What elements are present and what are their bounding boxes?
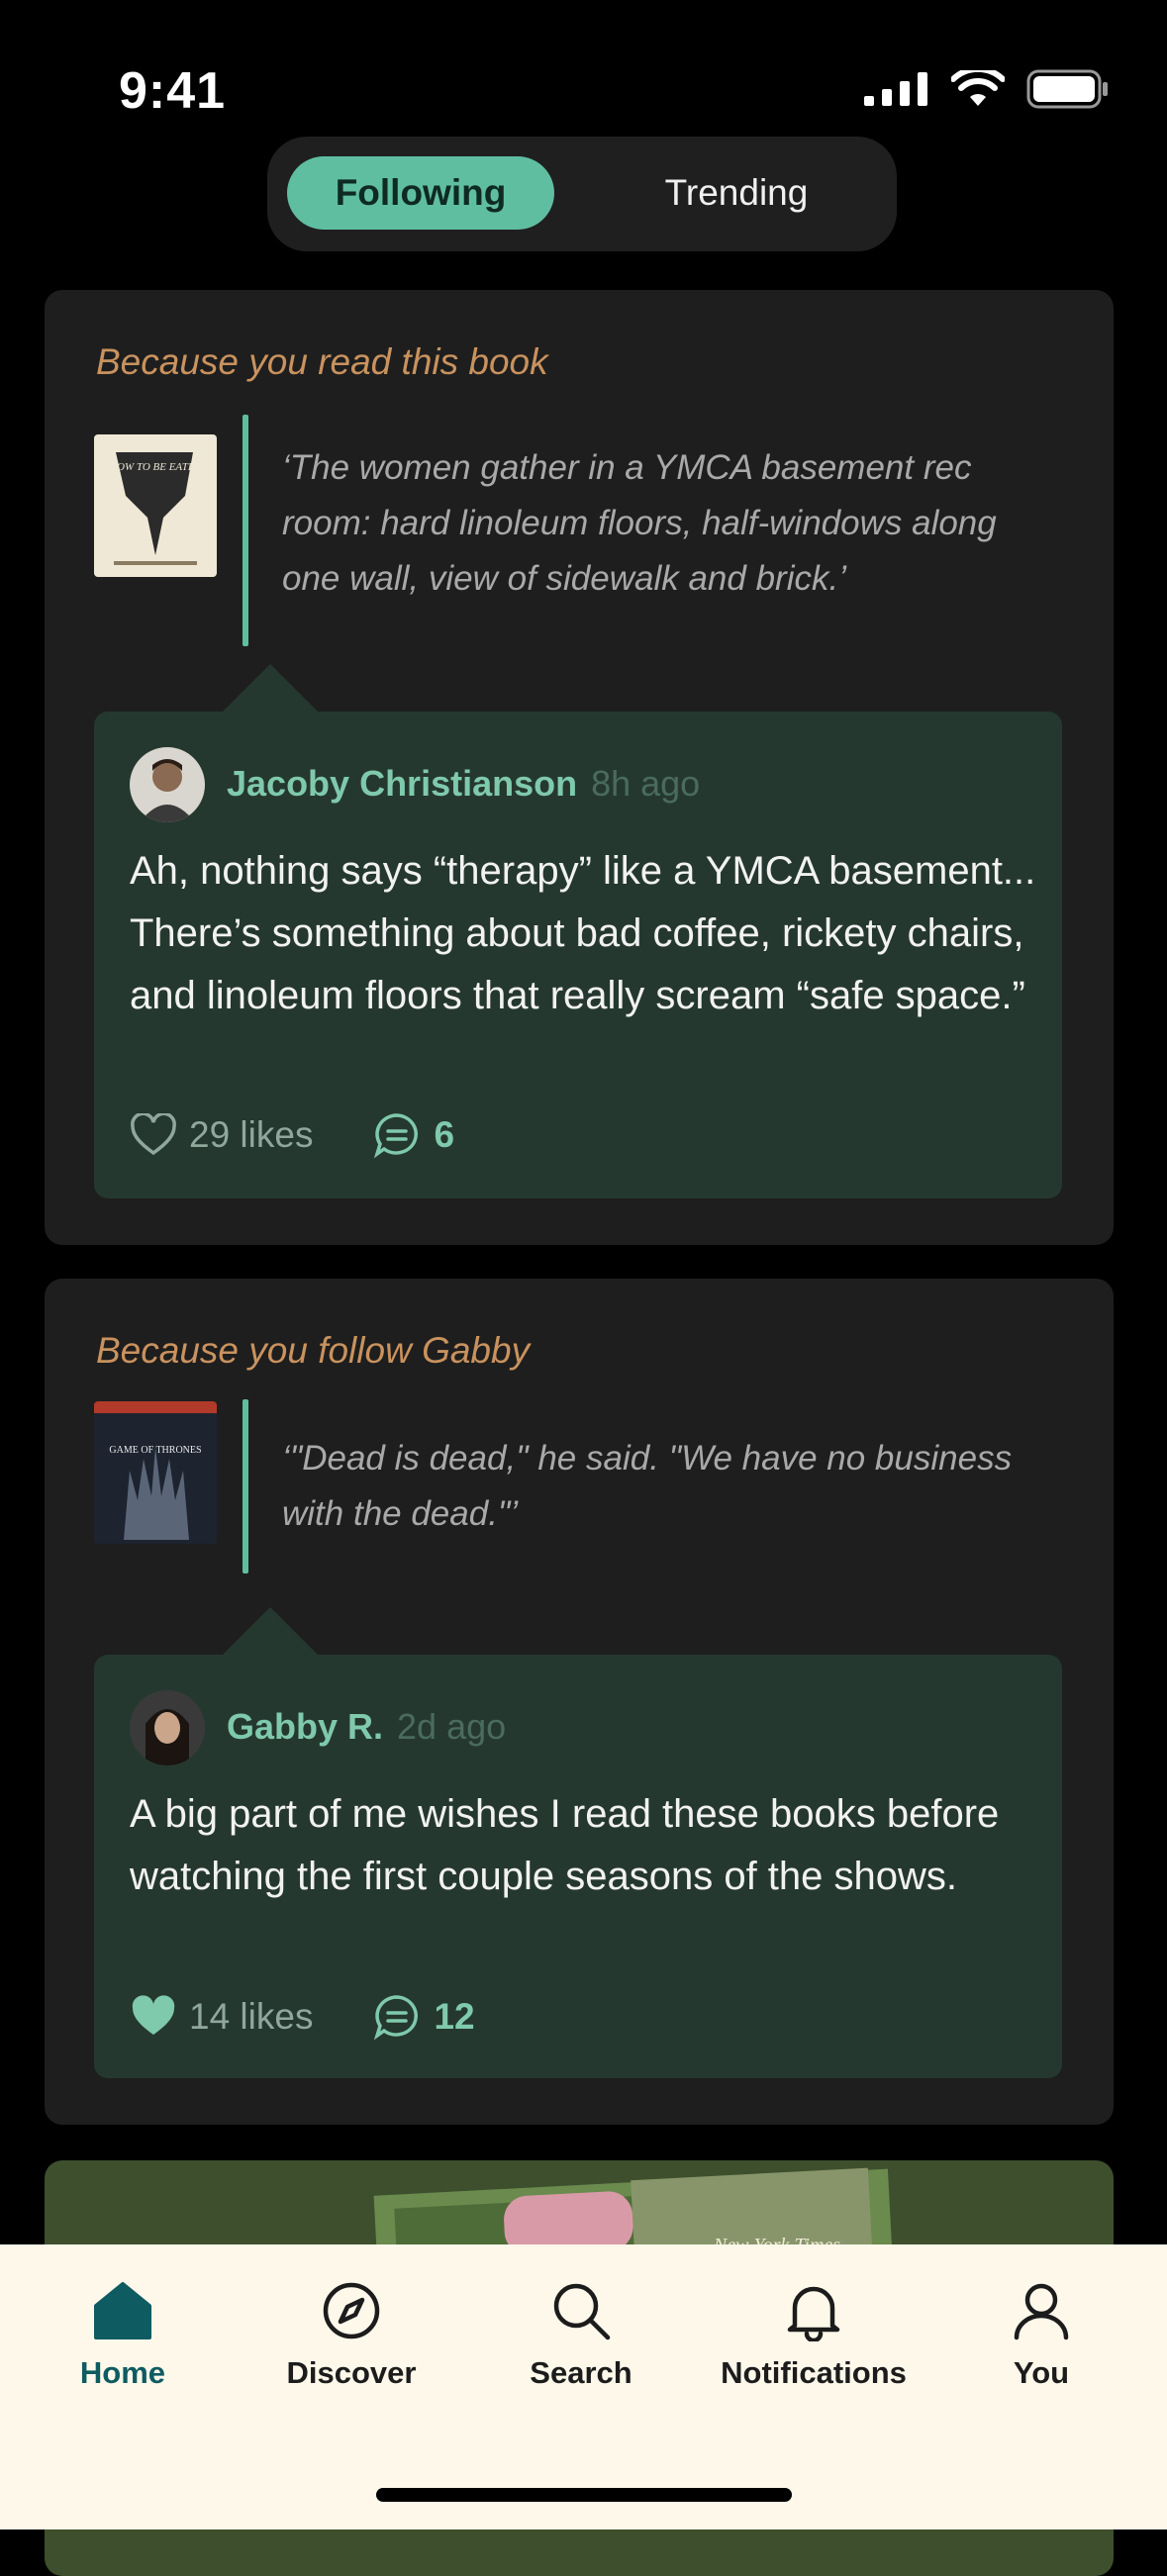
tab-you-label: You [1013, 2355, 1070, 2390]
tab-discover-label: Discover [286, 2355, 417, 2390]
tab-search-label: Search [530, 2355, 632, 2390]
status-icons [864, 69, 1110, 109]
book-cover[interactable]: GAME OF THRONES [94, 1401, 217, 1544]
battery-icon [1026, 69, 1108, 109]
feed-card[interactable]: Because you follow Gabby GAME OF THRONES… [45, 1279, 1114, 2125]
bell-icon [787, 2286, 840, 2341]
tab-notifications[interactable]: Notifications [721, 2280, 907, 2391]
quote-bar [243, 415, 248, 646]
status-bar: 9:41 [0, 0, 1167, 148]
wifi-icon [951, 70, 1005, 106]
compass-icon [323, 2282, 380, 2339]
bottom-tab-bar: Home Discover Search Notifications You [0, 2244, 1167, 2529]
tab-discover[interactable]: Discover [262, 2280, 440, 2391]
reply-button[interactable]: 6 [372, 1111, 454, 1159]
comment-time: 8h ago [591, 763, 701, 804]
tab-home[interactable]: Home [34, 2280, 212, 2391]
tab-you[interactable]: You [952, 2280, 1130, 2391]
avatar[interactable] [130, 747, 205, 822]
book-quote: ‘"Dead is dead," he said. "We have no bu… [282, 1439, 1013, 1533]
comment-pointer [223, 664, 318, 712]
comment-author[interactable]: Gabby R. 2d ago [227, 1706, 506, 1748]
tab-search[interactable]: Search [492, 2280, 670, 2391]
reply-button[interactable]: 12 [372, 1993, 475, 2041]
comment-block[interactable]: Gabby R. 2d ago A big part of me wishes I… [94, 1607, 1062, 2078]
comment-author[interactable]: Jacoby Christianson 8h ago [227, 763, 700, 805]
comment-pointer [223, 1607, 318, 1655]
reply-count: 6 [434, 1114, 455, 1155]
tab-trending[interactable]: Trending [596, 156, 877, 230]
avatar[interactable] [130, 1690, 205, 1765]
tab-following[interactable]: Following [287, 156, 554, 230]
recommendation-reason: Because you follow Gabby [96, 1330, 531, 1371]
quote-bar [243, 1399, 248, 1574]
user-icon [1014, 2283, 1069, 2340]
book-cover[interactable]: HOW TO BE EATEN [94, 434, 217, 577]
home-indicator [376, 2488, 792, 2502]
comment-block[interactable]: Jacoby Christianson 8h ago Ah, nothing sa… [94, 664, 1062, 1198]
book-cover-title: HOW TO BE EATEN [108, 461, 202, 473]
comment-bubble-icon [374, 1113, 419, 1159]
reply-count: 12 [434, 1996, 475, 2037]
comment-text: Ah, nothing says “therapy” like a YMCA b… [130, 849, 1036, 1017]
like-count: 29 likes [189, 1114, 314, 1155]
comment-bubble-icon [374, 1995, 419, 2041]
comment-text: A big part of me wishes I read these boo… [130, 1792, 1000, 1898]
like-button[interactable]: 29 likes [130, 1113, 313, 1157]
tab-home-label: Home [79, 2355, 166, 2390]
like-button[interactable]: 14 likes [130, 1995, 313, 2039]
heart-filled-icon [132, 1995, 175, 2035]
heart-outline-icon [131, 1113, 176, 1156]
recommendation-reason: Because you read this book [96, 341, 548, 382]
cellular-signal-icon [864, 72, 927, 106]
feed-toggle: Following Trending [267, 137, 897, 251]
author-name[interactable]: Jacoby Christianson [227, 763, 577, 804]
home-icon [94, 2282, 151, 2339]
book-quote: ‘The women gather in a YMCA basement rec… [282, 448, 997, 598]
like-count: 14 likes [189, 1996, 314, 2037]
author-name[interactable]: Gabby R. [227, 1706, 383, 1747]
tab-notifications-label: Notifications [721, 2355, 907, 2390]
feed-card[interactable]: Because you read this book HOW TO BE EAT… [45, 290, 1114, 1245]
comment-actions: 14 likes 12 [130, 1993, 475, 2041]
book-cover-title: GAME OF THRONES [109, 1445, 201, 1456]
search-icon [553, 2283, 611, 2340]
comment-time: 2d ago [397, 1706, 507, 1747]
comment-actions: 29 likes 6 [130, 1111, 454, 1159]
status-time: 9:41 [119, 62, 227, 120]
